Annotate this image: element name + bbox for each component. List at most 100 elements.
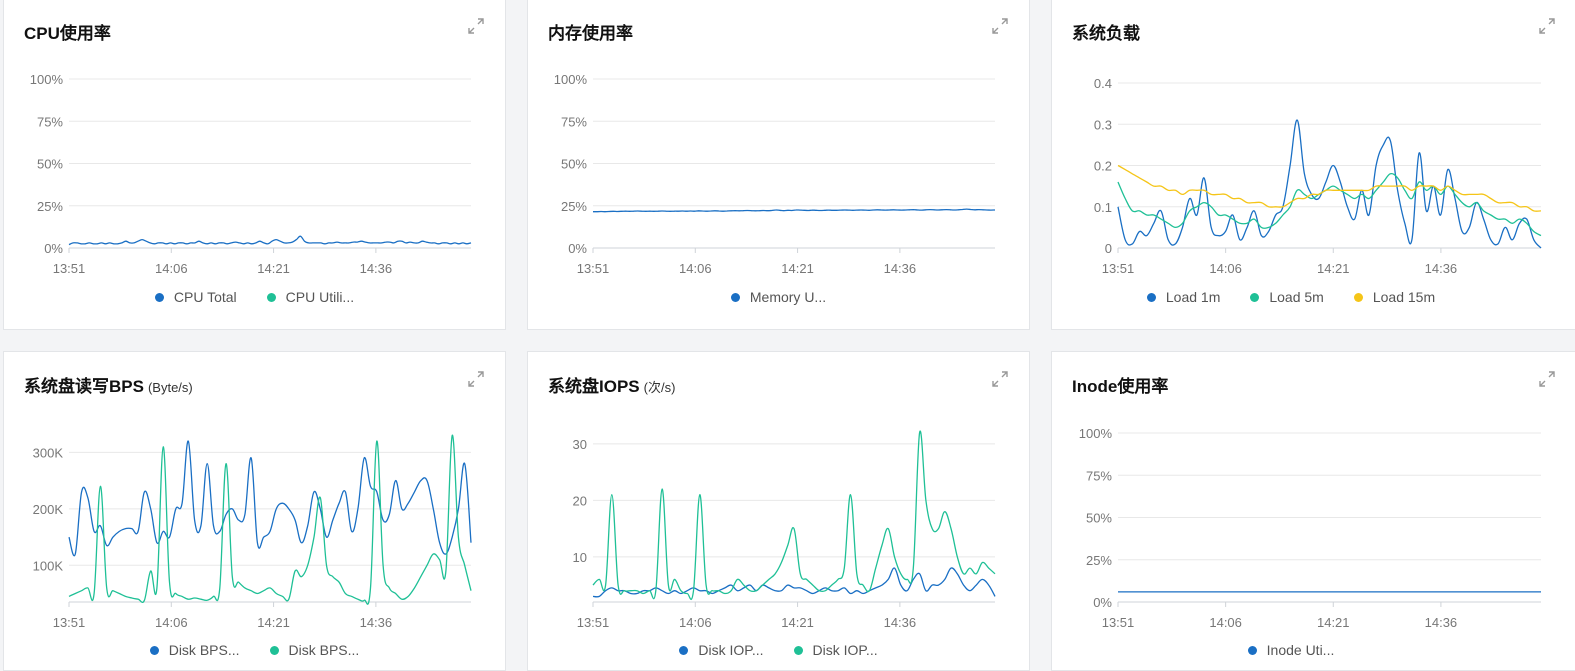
legend-item[interactable]: Load 5m	[1250, 289, 1324, 305]
y-tick-label: 50%	[561, 157, 587, 172]
panel-disk-iops: 系统盘IOPS (次/s) 10 20 30 13:51 14:06 14:21 14:36 …	[527, 351, 1030, 671]
legend-item[interactable]: Disk IOP...	[679, 642, 764, 658]
panel-memory: 内存使用率 0% 25% 50% 75% 100% 13:51 14:06 14:21 14:3…	[527, 0, 1030, 330]
legend: Load 1m Load 5m Load 15m	[1052, 289, 1530, 305]
legend-dot-icon	[154, 292, 164, 302]
chart-disk-bps: 100K 200K 300K 13:51 14:06 14:21 14:36	[33, 434, 472, 630]
y-tick-label: 25%	[561, 199, 587, 214]
x-tick-label: 14:21	[257, 261, 290, 276]
legend-dot-icon	[1247, 645, 1257, 655]
chart-load: 0 0.1 0.2 0.3 0.4 13:51 14:06 14:21 14:36	[1094, 76, 1542, 276]
legend-dot-icon	[266, 292, 276, 302]
y-tick-label: 0%	[44, 241, 63, 256]
x-tick-label: 13:51	[53, 261, 86, 276]
y-tick-label: 50%	[1086, 511, 1112, 526]
series-line	[592, 430, 996, 601]
y-tick-label: 20	[573, 493, 587, 508]
x-tick-label: 14:06	[155, 261, 188, 276]
x-tick-label: 13:51	[577, 615, 610, 630]
legend-label: Disk BPS...	[288, 642, 360, 658]
legend-item[interactable]: Disk BPS...	[269, 642, 360, 658]
series-line	[592, 567, 996, 598]
x-tick-label: 14:06	[155, 615, 188, 630]
x-tick-label: 14:06	[679, 615, 712, 630]
series-line	[68, 440, 472, 557]
legend-item[interactable]: Memory U...	[730, 289, 827, 305]
legend-item[interactable]: Inode Uti...	[1247, 642, 1334, 658]
y-tick-label: 0.3	[1094, 117, 1112, 132]
legend-item[interactable]: Load 1m	[1146, 289, 1221, 305]
legend-label: Disk IOP...	[812, 642, 878, 658]
panel-inode: Inode使用率 0% 25% 50% 75% 100% 13:51 14:06 14:21 1…	[1051, 351, 1575, 671]
x-tick-label: 14:21	[1317, 261, 1350, 276]
x-tick-label: 14:36	[1425, 615, 1458, 630]
legend: Disk IOP... Disk IOP...	[528, 642, 1029, 658]
legend-label: Load 5m	[1269, 289, 1324, 305]
y-tick-label: 0%	[1093, 595, 1112, 610]
legend-label: CPU Utili...	[285, 289, 355, 305]
chart-cpu: 0% 25% 50% 75% 100% 13:51 14:06 14:21 14:36	[30, 72, 472, 276]
x-tick-label: 14:21	[781, 261, 814, 276]
y-tick-label: 75%	[561, 114, 587, 129]
y-tick-label: 0%	[568, 241, 587, 256]
legend-label: Disk IOP...	[698, 642, 764, 658]
x-tick-label: 14:36	[1425, 261, 1458, 276]
x-tick-label: 13:51	[577, 261, 610, 276]
chart-inode: 0% 25% 50% 75% 100% 13:51 14:06 14:21 14:36	[1079, 426, 1541, 630]
y-tick-label: 100%	[30, 72, 64, 87]
legend-label: Load 15m	[1372, 289, 1436, 305]
legend-item[interactable]: CPU Utili...	[266, 289, 355, 305]
legend-dot-icon	[679, 645, 689, 655]
legend-dot-icon	[730, 292, 740, 302]
legend-label: CPU Total	[173, 289, 237, 305]
y-tick-label: 75%	[37, 114, 63, 129]
series-line	[1117, 172, 1542, 237]
x-tick-label: 13:51	[53, 615, 86, 630]
x-tick-label: 14:36	[884, 615, 917, 630]
legend-item[interactable]: CPU Total	[154, 289, 237, 305]
y-tick-label: 10	[573, 550, 587, 565]
series-line	[68, 434, 472, 605]
legend: CPU Total CPU Utili...	[4, 289, 505, 305]
y-tick-label: 50%	[37, 157, 63, 172]
y-tick-label: 30	[573, 437, 587, 452]
legend-item[interactable]: Disk IOP...	[793, 642, 878, 658]
legend-dot-icon	[1250, 292, 1260, 302]
legend-dot-icon	[1146, 292, 1156, 302]
x-tick-label: 14:06	[679, 261, 712, 276]
y-tick-label: 0.2	[1094, 159, 1112, 174]
legend-item[interactable]: Disk BPS...	[149, 642, 240, 658]
y-tick-label: 0	[1105, 241, 1112, 256]
legend-item[interactable]: Load 15m	[1353, 289, 1436, 305]
x-tick-label: 13:51	[1102, 615, 1135, 630]
legend-dot-icon	[269, 645, 279, 655]
x-tick-label: 14:06	[1209, 261, 1242, 276]
series-line	[1117, 119, 1542, 249]
x-tick-label: 14:36	[360, 261, 393, 276]
series-line	[68, 235, 472, 246]
series-line	[593, 208, 996, 213]
legend: Inode Uti...	[1052, 642, 1530, 658]
legend-label: Memory U...	[749, 289, 827, 305]
x-tick-label: 14:36	[360, 615, 393, 630]
y-tick-label: 75%	[1086, 468, 1112, 483]
x-tick-label: 14:21	[257, 615, 290, 630]
y-tick-label: 100%	[554, 72, 588, 87]
panel-cpu: CPU使用率 0% 25% 50% 75% 100% 13:51 14:06 14:21 14:…	[3, 0, 506, 330]
chart-memory: 0% 25% 50% 75% 100% 13:51 14:06 14:21 14:36	[554, 72, 996, 276]
x-tick-label: 14:21	[781, 615, 814, 630]
panel-load: 系统负载 0 0.1 0.2 0.3 0.4 13:51 14:06 14:21 14:36 L…	[1051, 0, 1575, 330]
y-tick-label: 100%	[1079, 426, 1113, 441]
y-tick-label: 200K	[33, 502, 64, 517]
y-tick-label: 25%	[37, 199, 63, 214]
legend-label: Load 1m	[1165, 289, 1221, 305]
legend: Disk BPS... Disk BPS...	[4, 642, 505, 658]
y-tick-label: 300K	[33, 445, 64, 460]
legend-dot-icon	[149, 645, 159, 655]
y-tick-label: 25%	[1086, 553, 1112, 568]
legend-dot-icon	[1353, 292, 1363, 302]
x-tick-label: 13:51	[1102, 261, 1135, 276]
panel-disk-bps: 系统盘读写BPS (Byte/s) 100K 200K 300K 13:51 14:06 1…	[3, 351, 506, 671]
x-tick-label: 14:06	[1209, 615, 1242, 630]
legend-dot-icon	[793, 645, 803, 655]
